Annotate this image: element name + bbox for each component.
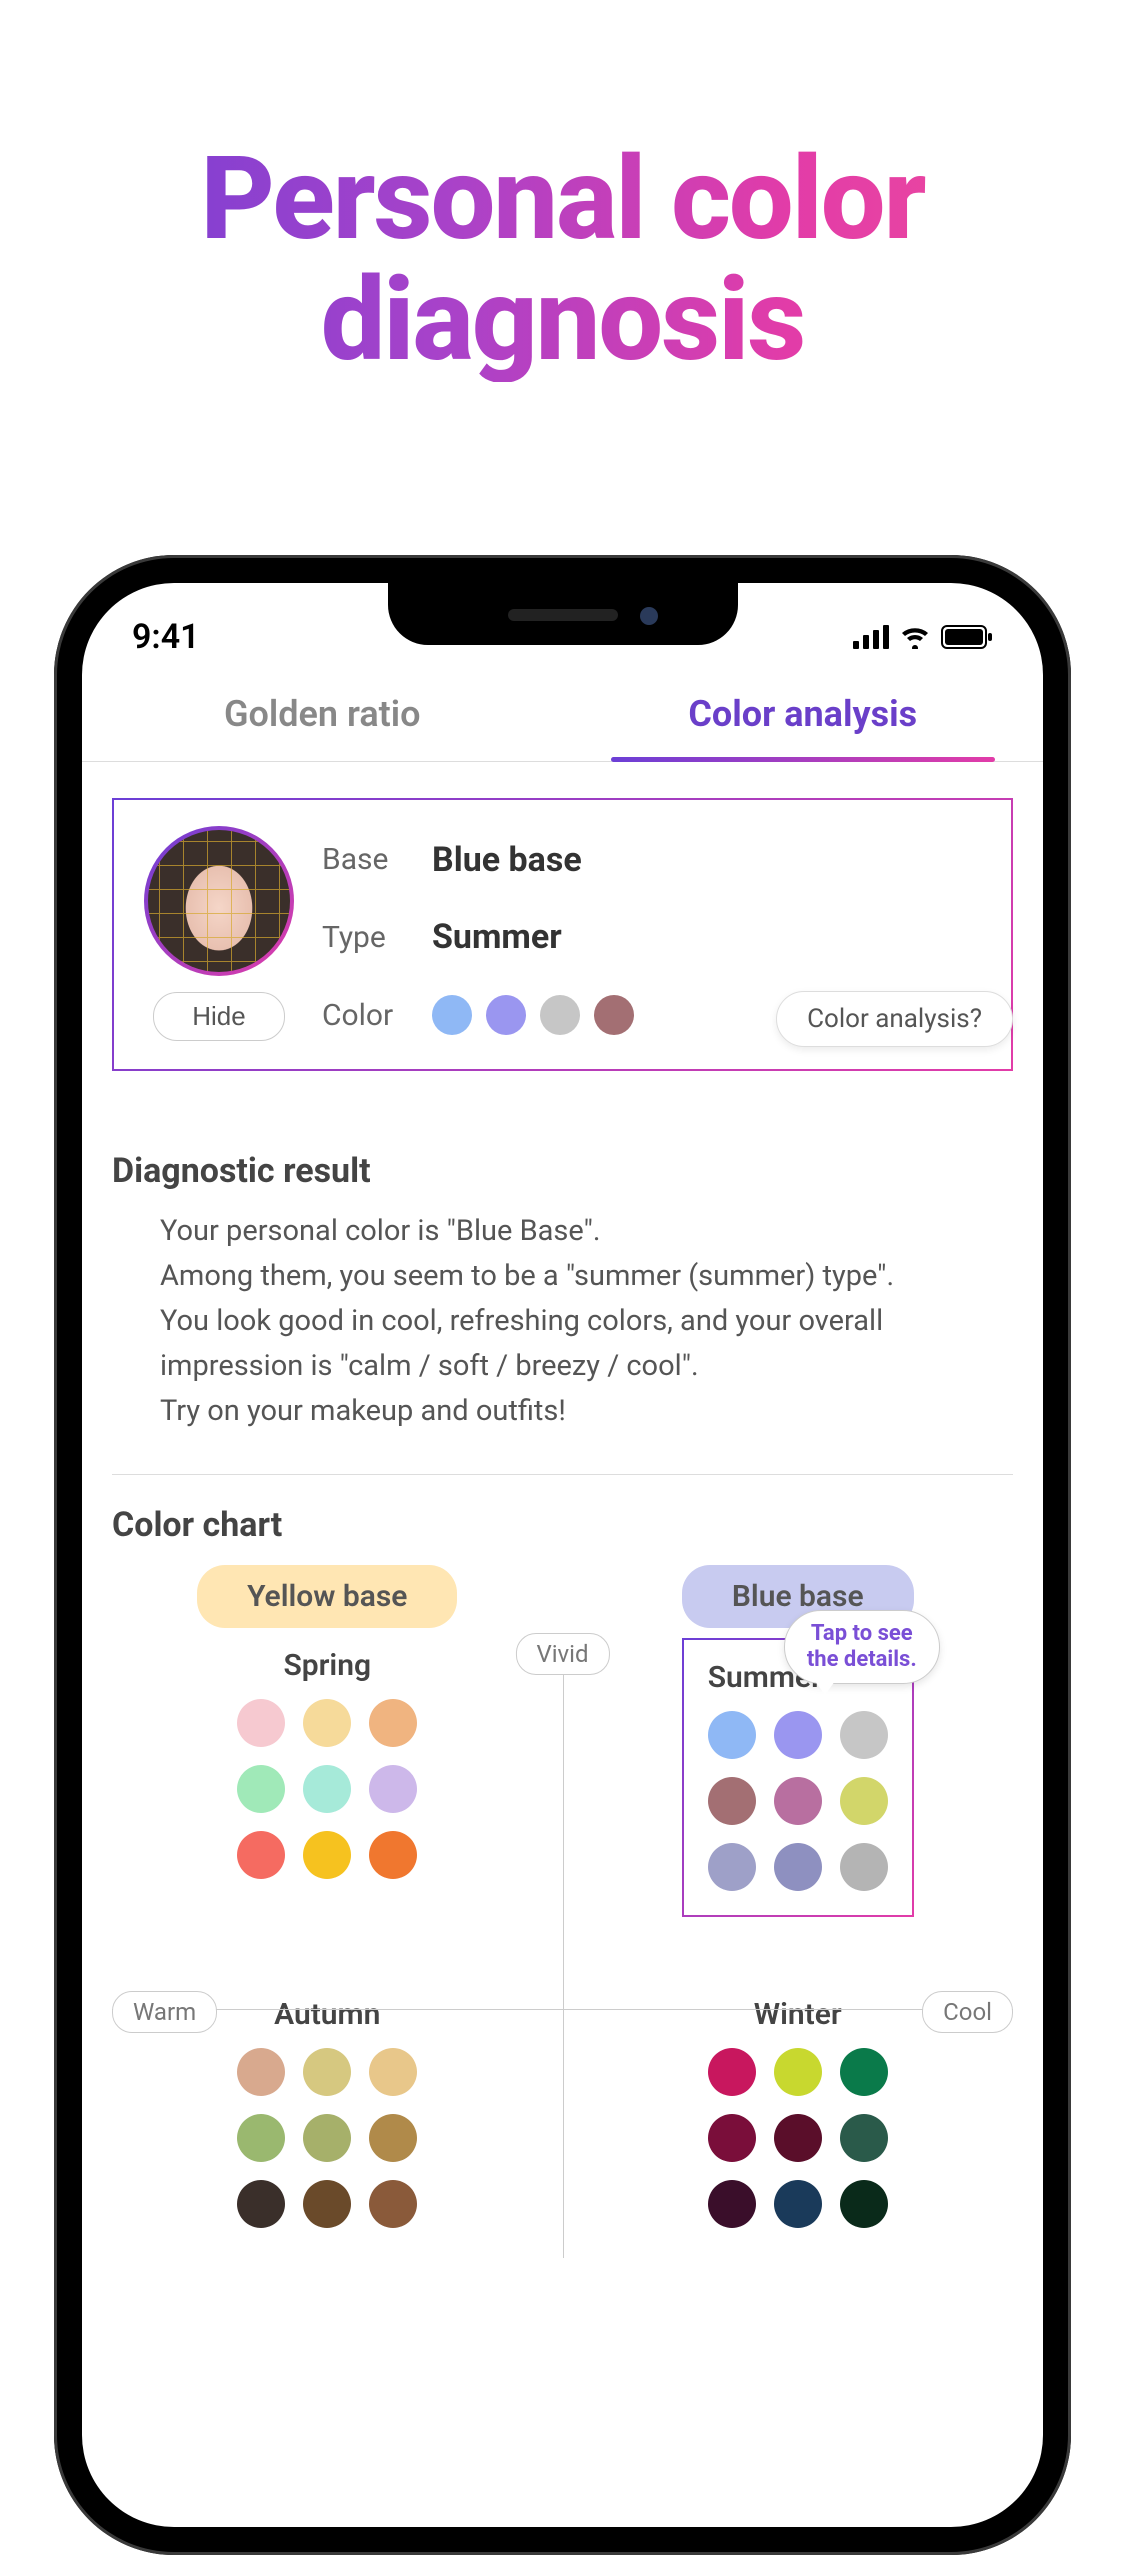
axis-vivid: Vivid: [515, 1633, 609, 1675]
color-swatch[interactable]: [774, 1843, 822, 1891]
status-time: 9:41: [132, 617, 200, 657]
quadrant-spring: Yellow base Spring: [112, 1565, 543, 1947]
hero-title: Personal color diagnosis: [0, 140, 1125, 382]
color-swatch[interactable]: [237, 1765, 285, 1813]
color-swatch[interactable]: [369, 2180, 417, 2228]
color-chart-title: Color chart: [112, 1505, 1013, 1545]
color-swatch[interactable]: [369, 2048, 417, 2096]
color-swatch[interactable]: [369, 1831, 417, 1879]
color-swatch[interactable]: [237, 2048, 285, 2096]
color-swatch[interactable]: [774, 1777, 822, 1825]
yellow-base-pill: Yellow base: [197, 1565, 457, 1628]
label-base: Base: [322, 842, 432, 877]
season-winter[interactable]: Winter: [708, 1977, 888, 2228]
color-swatch[interactable]: [303, 1765, 351, 1813]
notch: [388, 583, 738, 645]
color-swatch[interactable]: [774, 2048, 822, 2096]
value-type: Summer: [432, 917, 981, 957]
winter-label: Winter: [708, 1997, 888, 2032]
color-swatch[interactable]: [840, 2048, 888, 2096]
cellular-icon: [853, 625, 889, 649]
color-swatch[interactable]: [708, 2114, 756, 2162]
diagnostic-section: Diagnostic result Your personal color is…: [112, 1151, 1013, 1434]
color-swatch[interactable]: [369, 2114, 417, 2162]
color-swatch: [540, 995, 580, 1035]
color-swatch[interactable]: [774, 2114, 822, 2162]
color-swatch[interactable]: [708, 1843, 756, 1891]
content: Hide Base Blue base Type Summer Color Co…: [82, 762, 1043, 2258]
color-swatch[interactable]: [774, 2180, 822, 2228]
tab-color-analysis[interactable]: Color analysis: [563, 671, 1044, 761]
color-swatch[interactable]: [774, 1711, 822, 1759]
color-swatch[interactable]: [708, 2048, 756, 2096]
color-swatch[interactable]: [840, 2114, 888, 2162]
season-summer-highlight[interactable]: Tap to seethe details. Summer: [682, 1638, 914, 1917]
color-swatch: [486, 995, 526, 1035]
season-autumn[interactable]: Autumn: [237, 1977, 417, 2228]
diagnostic-title: Diagnostic result: [112, 1151, 1013, 1191]
color-swatch[interactable]: [708, 1777, 756, 1825]
tooltip-tap-details: Tap to seethe details.: [784, 1610, 940, 1685]
color-swatch[interactable]: [369, 1699, 417, 1747]
phone-frame: 9:41 Golden ratio Color analysis: [54, 555, 1071, 2555]
color-swatch[interactable]: [303, 2114, 351, 2162]
wifi-icon: [899, 625, 931, 649]
label-color: Color: [322, 998, 432, 1033]
color-swatch[interactable]: [369, 1765, 417, 1813]
tab-golden-ratio[interactable]: Golden ratio: [82, 671, 563, 761]
diagnostic-text: Your personal color is "Blue Base". Amon…: [112, 1209, 1013, 1434]
color-swatch[interactable]: [237, 1831, 285, 1879]
avatar-column: Hide: [144, 826, 294, 1041]
axis-horizontal: [112, 2009, 1013, 2011]
color-swatch: [594, 995, 634, 1035]
axis-warm: Warm: [112, 1991, 217, 2033]
color-swatch[interactable]: [303, 2048, 351, 2096]
battery-icon: [941, 625, 993, 649]
axis-vertical: [563, 1653, 565, 2258]
color-chart: Vivid Warm Cool Yellow base Spring Blue …: [112, 1565, 1013, 2258]
tabs: Golden ratio Color analysis: [82, 671, 1043, 762]
season-spring[interactable]: Spring: [237, 1628, 417, 1879]
avatar[interactable]: [144, 826, 294, 976]
color-swatch[interactable]: [237, 2180, 285, 2228]
color-swatch[interactable]: [303, 1699, 351, 1747]
hide-button[interactable]: Hide: [153, 992, 284, 1041]
value-base: Blue base: [432, 840, 981, 880]
status-icons: [853, 625, 993, 649]
color-swatch[interactable]: [840, 2180, 888, 2228]
divider: [112, 1474, 1013, 1475]
color-analysis-help[interactable]: Color analysis?: [776, 991, 1013, 1047]
color-swatch[interactable]: [840, 1777, 888, 1825]
color-swatch: [432, 995, 472, 1035]
color-swatch[interactable]: [840, 1843, 888, 1891]
color-swatch[interactable]: [840, 1711, 888, 1759]
label-type: Type: [322, 920, 432, 955]
color-swatch[interactable]: [708, 1711, 756, 1759]
spring-label: Spring: [237, 1648, 417, 1683]
autumn-label: Autumn: [237, 1997, 417, 2032]
color-swatch[interactable]: [708, 2180, 756, 2228]
axis-cool: Cool: [922, 1991, 1013, 2033]
color-swatch[interactable]: [303, 1831, 351, 1879]
phone-screen: 9:41 Golden ratio Color analysis: [82, 583, 1043, 2527]
quadrant-summer: Blue base Tap to seethe details. Summer: [583, 1565, 1014, 1947]
color-swatch[interactable]: [237, 2114, 285, 2162]
color-swatch[interactable]: [237, 1699, 285, 1747]
color-swatch[interactable]: [303, 2180, 351, 2228]
